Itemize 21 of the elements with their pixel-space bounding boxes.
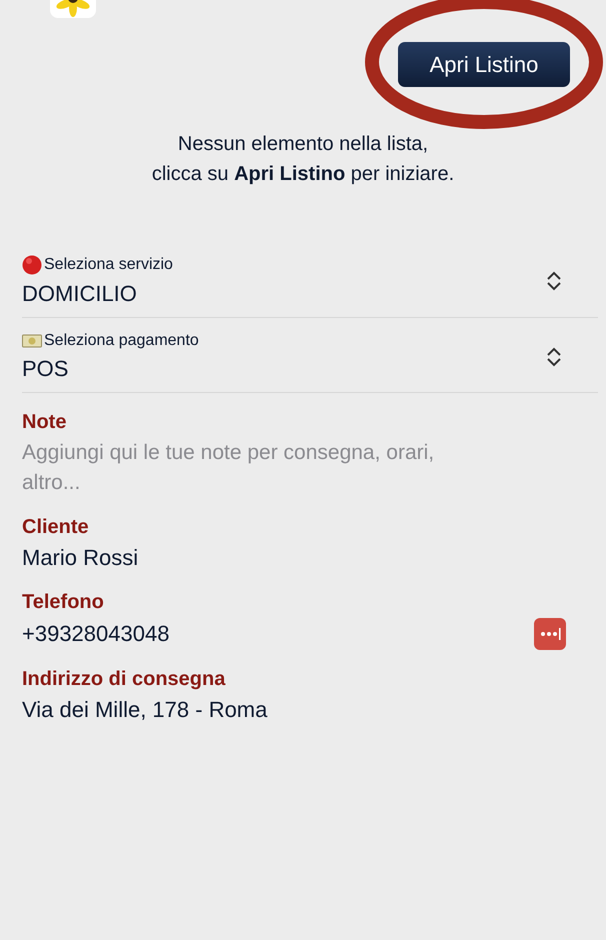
field-label: Note: [22, 411, 68, 434]
status-dot-icon: [22, 255, 42, 275]
picker-value: DOMICILIO: [22, 281, 138, 307]
text-input[interactable]: +39328043048: [22, 619, 170, 649]
empty-message: Nessun elemento nella lista,: [178, 132, 428, 157]
open-list-button[interactable]: Apri Listino: [398, 42, 570, 87]
field-label: Indirizzo di consegna: [22, 668, 226, 691]
text-input[interactable]: Via dei Mille, 178 - Roma: [22, 695, 268, 725]
picker-label: Seleziona servizio: [44, 256, 173, 274]
picker-label: Seleziona pagamento: [44, 332, 199, 350]
picker-field[interactable]: Seleziona pagamento POS: [22, 318, 598, 393]
picker-value: POS: [22, 356, 70, 382]
banknote-icon: [22, 334, 42, 348]
chevron-up-down-icon: [546, 271, 562, 291]
picker-field[interactable]: Seleziona servizio DOMICILIO: [22, 249, 598, 318]
password-manager-icon[interactable]: [534, 618, 566, 650]
chevron-up-down-icon: [546, 347, 562, 367]
field-label: Telefono: [22, 591, 105, 614]
field-label: Cliente: [22, 516, 90, 539]
text-input[interactable]: Mario Rossi: [22, 543, 138, 573]
empty-message: clicca su Apri Listino per iniziare.: [152, 162, 454, 187]
